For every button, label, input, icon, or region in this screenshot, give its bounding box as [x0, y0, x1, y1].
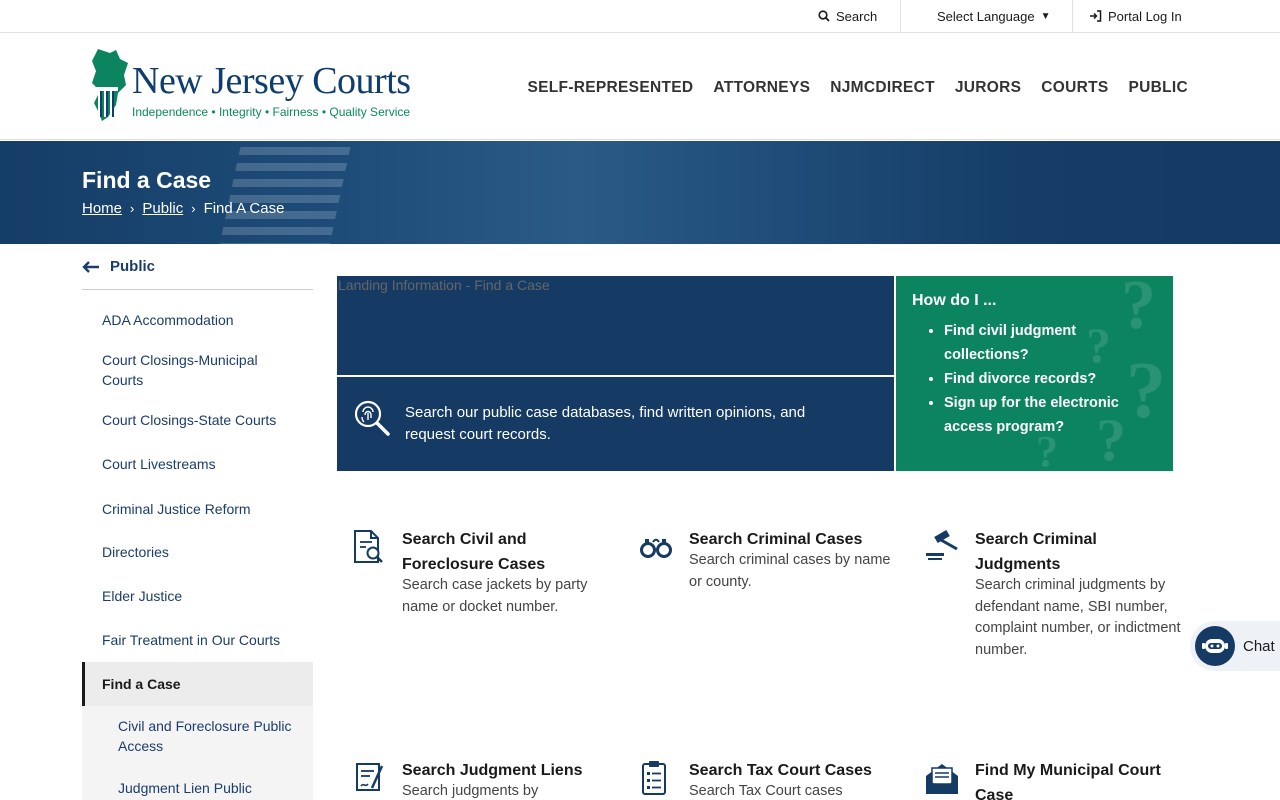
nav-attorneys[interactable]: ATTORNEYS [713, 79, 810, 97]
sidebar-item-elder-justice[interactable]: Elder Justice [82, 574, 313, 618]
card-criminal-judgments[interactable]: Search Criminal Judgments Search crimina… [925, 527, 1185, 687]
card-title: Search Criminal Cases [689, 531, 863, 548]
sidebar-subitem-judgment-lien[interactable]: Judgment Lien Public Access [82, 766, 313, 800]
portal-login-link[interactable]: Portal Log In [1089, 0, 1182, 32]
handcuffs-icon [640, 538, 672, 558]
nav-public[interactable]: PUBLIC [1129, 79, 1189, 97]
card-description: Search criminal cases by name or county. [689, 552, 891, 590]
logo-tagline: Independence • Integrity • Fairness • Qu… [132, 105, 411, 119]
sidebar-back-link[interactable]: Public [82, 244, 313, 290]
card-description: Search criminal judgments by defendant n… [975, 577, 1181, 658]
nav-jurors[interactable]: JURORS [955, 79, 1021, 97]
card-title: Search Judgment Liens [402, 762, 583, 779]
utility-bar: Search Select Language ▼ Portal Log In [0, 0, 1280, 33]
arrow-left-icon [82, 260, 99, 273]
utility-divider [1072, 0, 1073, 32]
card-description: Search Tax Court cases [689, 783, 843, 799]
card-criminal-cases[interactable]: Search Criminal Cases Search criminal ca… [639, 527, 899, 607]
chatbot-icon [1195, 626, 1235, 666]
chat-label: Chat [1243, 637, 1275, 655]
hero-text-panel: Search our public case databases, find w… [337, 377, 894, 471]
logo-name: New Jersey Courts [132, 60, 411, 102]
chevron-down-icon: ▼ [1040, 10, 1051, 22]
site-header: New Jersey Courts Independence • Integri… [0, 33, 1280, 140]
breadcrumb-current: Find A Case [203, 200, 285, 217]
document-search-icon [354, 530, 383, 563]
nj-state-pillar-icon [92, 49, 128, 121]
sidebar: Public ADA Accommodation Court Closings-… [82, 244, 313, 800]
language-select-label: Select Language [937, 8, 1035, 24]
how-do-i-item[interactable]: Find civil judgment collections? [944, 319, 1154, 367]
clipboard-list-icon [642, 761, 666, 795]
card-civil-foreclosure[interactable]: Search Civil and Foreclosure Cases Searc… [352, 527, 612, 647]
gavel-icon [926, 529, 958, 560]
card-title: Search Criminal Judgments [975, 531, 1097, 573]
nav-courts[interactable]: COURTS [1041, 79, 1108, 97]
portal-login-label: Portal Log In [1108, 8, 1182, 24]
how-do-i-list: Find civil judgment collections? Find di… [944, 319, 1154, 439]
utility-divider [900, 0, 901, 32]
how-do-i-item[interactable]: Sign up for the electronic access progra… [944, 391, 1154, 439]
page-title: Find a Case [82, 167, 212, 193]
search-icon [818, 10, 830, 22]
page-banner: Find a Case Home › Public › Find A Case [0, 141, 1280, 244]
sidebar-item-closings-state[interactable]: Court Closings-State Courts [82, 400, 313, 440]
sidebar-item-fair-treatment[interactable]: Fair Treatment in Our Courts [82, 618, 313, 662]
breadcrumb-chevron-icon: › [191, 201, 196, 216]
signed-document-icon [356, 763, 384, 791]
sidebar-back-label: Public [110, 258, 156, 275]
envelope-icon [926, 764, 958, 794]
breadcrumb-chevron-icon: › [130, 201, 135, 216]
how-do-i-panel: ? ? ? ? ? How do I ... Find civil judgme… [896, 276, 1173, 471]
card-tax-court[interactable]: Search Tax Court Cases Search Tax Court … [639, 758, 899, 800]
sidebar-item-directories[interactable]: Directories [82, 530, 313, 574]
how-do-i-title: How do I ... [912, 292, 997, 309]
sidebar-list: ADA Accommodation Court Closings-Municip… [82, 300, 313, 706]
breadcrumb: Home › Public › Find A Case [82, 200, 284, 217]
language-select[interactable]: Select Language ▼ [937, 0, 1051, 32]
sidebar-sublist: Civil and Foreclosure Public Access Judg… [82, 706, 313, 800]
sidebar-item-livestreams[interactable]: Court Livestreams [82, 440, 313, 488]
site-logo[interactable]: New Jersey Courts Independence • Integri… [88, 47, 411, 127]
sidebar-subitem-civil-foreclosure[interactable]: Civil and Foreclosure Public Access [82, 706, 313, 766]
utility-search-link[interactable]: Search [818, 0, 877, 32]
hero-image-alt: Landing Information - Find a Case [338, 277, 550, 293]
sidebar-item-ada[interactable]: ADA Accommodation [82, 300, 313, 340]
utility-search-label: Search [836, 8, 878, 24]
card-title: Find My Municipal Court Case [975, 762, 1161, 800]
main-nav: SELF-REPRESENTED ATTORNEYS NJMCDIRECT JU… [528, 79, 1189, 97]
sign-in-icon [1090, 10, 1102, 22]
nav-njmcdirect[interactable]: NJMCDIRECT [830, 79, 935, 97]
breadcrumb-home[interactable]: Home [82, 200, 122, 217]
card-judgment-liens[interactable]: Search Judgment Liens Search judgments b… [352, 758, 612, 800]
how-do-i-item[interactable]: Find divorce records? [944, 367, 1154, 391]
fingerprint-search-icon [354, 400, 390, 436]
card-title: Search Tax Court Cases [689, 762, 872, 779]
sidebar-item-closings-municipal[interactable]: Court Closings-Municipal Courts [82, 340, 313, 400]
chat-button[interactable]: Chat [1190, 621, 1280, 671]
breadcrumb-public[interactable]: Public [142, 200, 183, 217]
flag-background [216, 141, 354, 244]
card-municipal-court[interactable]: Find My Municipal Court Case [925, 758, 1185, 800]
card-description: Search judgments by [402, 783, 539, 799]
sidebar-item-cjr[interactable]: Criminal Justice Reform [82, 488, 313, 530]
hero-description: Search our public case databases, find w… [405, 404, 806, 443]
hero-image: Landing Information - Find a Case [337, 276, 894, 375]
nav-self-represented[interactable]: SELF-REPRESENTED [528, 79, 694, 97]
sidebar-item-find-a-case[interactable]: Find a Case [82, 662, 313, 706]
card-title: Search Civil and Foreclosure Cases [402, 531, 546, 573]
card-description: Search case jackets by party name or doc… [402, 577, 588, 615]
